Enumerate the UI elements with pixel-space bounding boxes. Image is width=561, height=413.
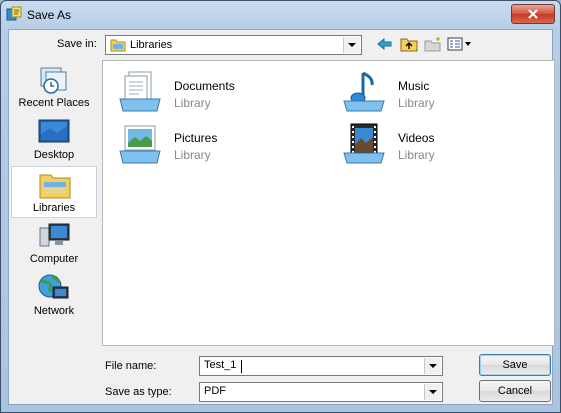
app-icon — [6, 6, 22, 22]
save-as-type-dropdown-button[interactable] — [424, 384, 441, 400]
place-computer[interactable]: Computer — [11, 218, 97, 270]
file-name-dropdown-button[interactable] — [424, 358, 441, 374]
libraries-icon — [39, 174, 71, 199]
item-type: Library — [398, 96, 435, 110]
file-name-label: File name: — [105, 360, 157, 372]
list-item-music[interactable]: Music Library — [341, 69, 541, 117]
chevron-down-icon — [429, 390, 437, 394]
item-name: Videos — [398, 131, 435, 145]
back-button[interactable] — [375, 34, 395, 54]
place-label: Recent Places — [18, 97, 90, 109]
place-label: Desktop — [33, 149, 75, 161]
file-name-field[interactable]: Test_1 — [199, 356, 443, 376]
videos-library-icon — [343, 123, 385, 164]
item-type: Library — [398, 148, 435, 162]
title-bar: Save As — [1, 1, 560, 29]
save-in-dropdown-button[interactable] — [343, 37, 360, 53]
save-button[interactable]: Save — [479, 354, 551, 376]
documents-library-icon — [119, 71, 161, 112]
place-network[interactable]: Network — [11, 270, 97, 322]
back-arrow-icon — [377, 37, 392, 51]
save-in-dropdown[interactable]: Libraries — [105, 35, 362, 55]
places-bar: Recent Places Desktop Libraries Computer… — [11, 60, 99, 344]
list-item-videos[interactable]: Videos Library — [341, 121, 541, 169]
pictures-library-icon — [119, 125, 161, 164]
save-as-type-dropdown[interactable]: PDF — [199, 382, 443, 402]
up-folder-icon — [400, 38, 418, 52]
item-type: Library — [174, 148, 211, 162]
save-as-dialog: Save As Save in: Libraries Recent Places… — [0, 0, 561, 413]
place-label: Libraries — [32, 202, 76, 214]
list-item-pictures[interactable]: Pictures Library — [117, 121, 317, 169]
up-one-level-button[interactable] — [399, 34, 419, 54]
chevron-down-icon — [348, 43, 356, 47]
new-folder-icon — [424, 37, 441, 52]
save-in-label: Save in: — [57, 38, 97, 50]
text-cursor — [241, 360, 242, 373]
chevron-down-icon — [429, 364, 437, 368]
file-name-value: Test_1 — [204, 359, 237, 371]
item-type: Library — [174, 96, 211, 110]
list-item-documents[interactable]: Documents Library — [117, 69, 317, 117]
cancel-button[interactable]: Cancel — [479, 380, 551, 402]
new-folder-button[interactable] — [423, 34, 443, 54]
window-title: Save As — [27, 8, 72, 22]
save-as-type-value: PDF — [204, 385, 226, 397]
item-name: Music — [398, 79, 430, 93]
dialog-body: Save in: Libraries Recent Places Desktop… — [8, 29, 555, 405]
item-name: Pictures — [174, 131, 218, 145]
file-list[interactable]: Documents Library Music Library Pictures… — [102, 60, 555, 346]
recent-places-icon — [40, 67, 67, 94]
place-desktop[interactable]: Desktop — [11, 114, 97, 166]
network-icon — [38, 274, 69, 299]
item-name: Documents — [174, 79, 235, 93]
music-library-icon — [343, 71, 385, 112]
close-icon — [528, 9, 538, 19]
desktop-icon — [38, 119, 70, 143]
views-menu-button[interactable] — [447, 34, 473, 54]
save-as-type-label: Save as type: — [105, 386, 172, 398]
views-menu-icon — [447, 37, 471, 51]
save-in-value: Libraries — [130, 39, 173, 51]
computer-icon — [39, 223, 70, 247]
libraries-folder-icon — [110, 39, 126, 52]
place-label: Computer — [29, 253, 79, 265]
close-button[interactable] — [511, 4, 555, 24]
place-label: Network — [33, 305, 75, 317]
place-libraries[interactable]: Libraries — [11, 166, 97, 218]
place-recent-places[interactable]: Recent Places — [11, 62, 97, 114]
